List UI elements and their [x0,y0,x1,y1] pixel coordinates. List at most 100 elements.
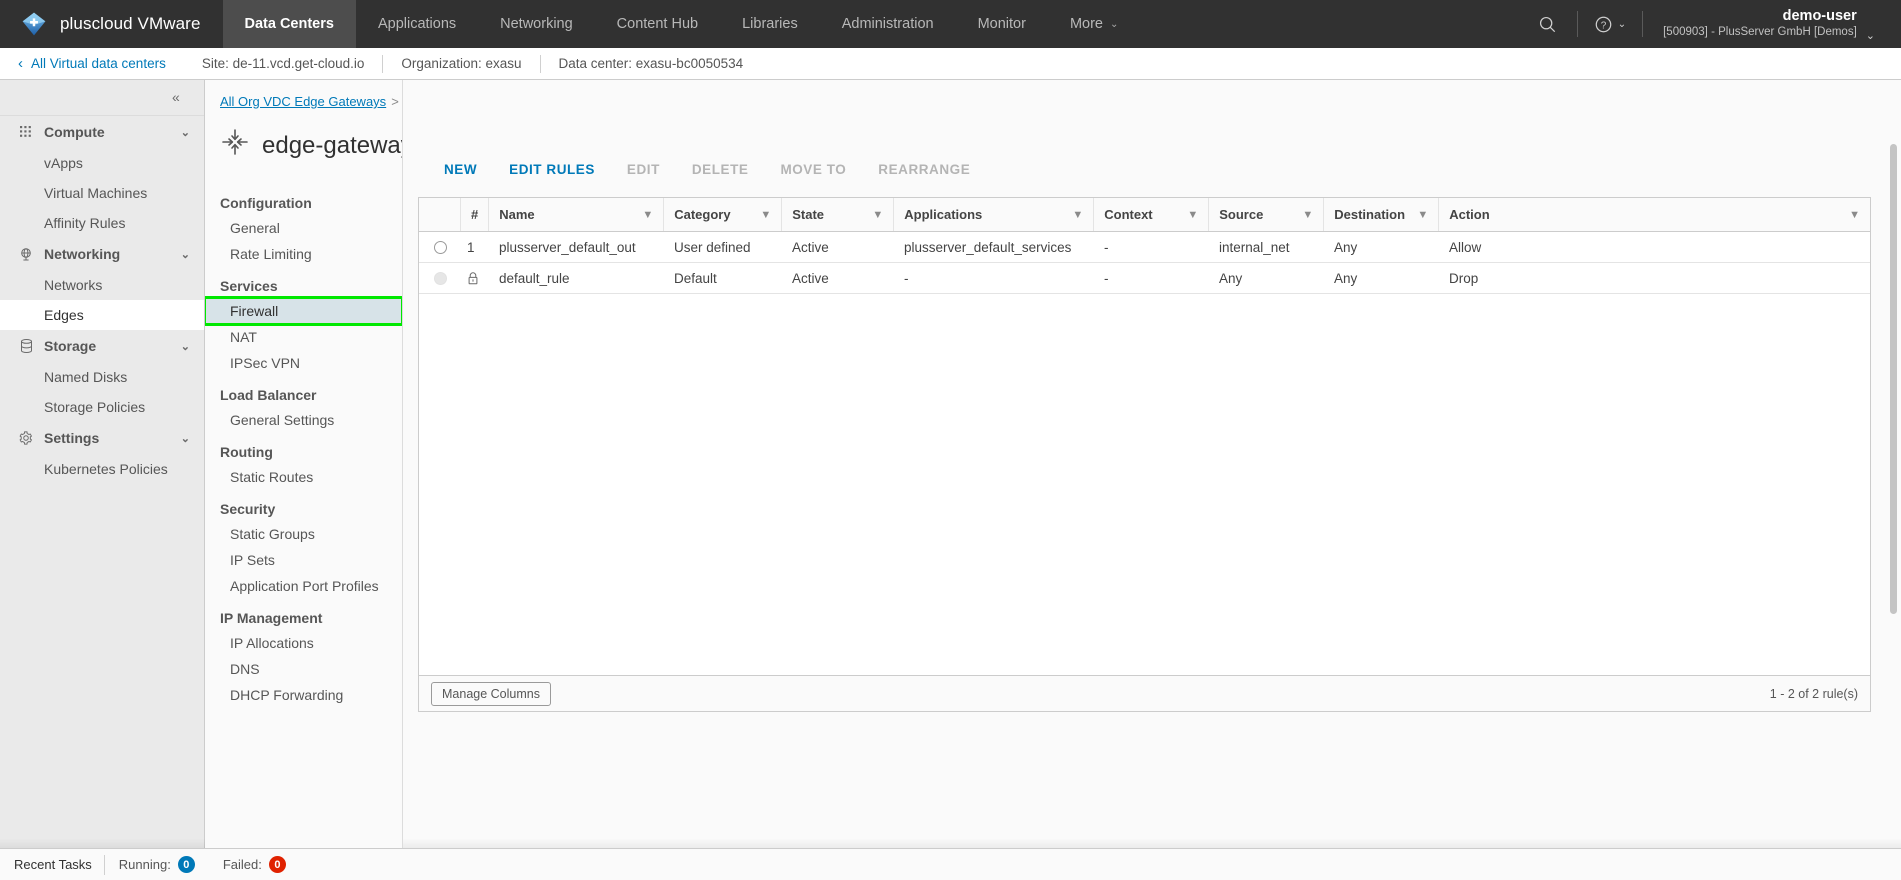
user-text: demo-user [500903] - PlusServer GmbH [De… [1663,8,1857,39]
brand-name: pluscloud VMware [60,14,201,33]
gw-link-application-port-profiles[interactable]: Application Port Profiles [205,573,402,599]
table-row[interactable]: 1 plusserver_default_out User defined Ac… [419,232,1870,263]
gw-link-ipsec-vpn[interactable]: IPSec VPN [205,350,402,376]
sidebar-group-storage[interactable]: Storage ⌄ [0,330,204,362]
main-layout: « Compute ⌄ vApps Virtual Machines Affin… [0,80,1901,848]
nav-label: Networking [500,16,573,32]
chevron-left-icon: ‹ [18,55,23,72]
sidebar-item-edges[interactable]: Edges [0,300,204,330]
context-organization: Organization: exasu [401,56,522,71]
gw-link-dns[interactable]: DNS [205,656,402,682]
nav-item-more[interactable]: More ⌄ [1048,0,1140,48]
content-scrollbar[interactable] [1890,144,1897,840]
gw-link-rate-limiting[interactable]: Rate Limiting [205,241,402,267]
cell-applications: - [904,270,909,286]
filter-funnel-icon[interactable]: ▼ [750,209,771,221]
svg-text:?: ? [1600,20,1606,31]
user-name: demo-user [1782,8,1857,25]
gw-section-routing: Routing [220,444,273,460]
gw-link-static-routes[interactable]: Static Routes [205,464,402,490]
sidebar-item-virtual-machines[interactable]: Virtual Machines [0,178,204,208]
user-menu[interactable]: demo-user [500903] - PlusServer GmbH [De… [1649,0,1879,48]
nav-label: Data Centers [244,16,334,32]
nav-item-monitor[interactable]: Monitor [956,0,1048,48]
cell-lock [461,263,489,293]
cloud-plus-logo-icon [20,10,48,38]
cell-action: Drop [1449,270,1479,286]
firewall-content: NEW EDIT RULES EDIT DELETE MOVE TO REARR… [403,80,1901,848]
rearrange-button: REARRANGE [878,162,971,177]
cell-destination: Any [1334,270,1358,286]
header-divider-1 [1576,11,1578,37]
filter-funnel-icon[interactable]: ▼ [1292,209,1313,221]
nav-item-data-centers[interactable]: Data Centers [222,0,356,48]
filter-funnel-icon[interactable]: ▼ [1407,209,1428,221]
recent-tasks-title[interactable]: Recent Tasks [0,857,104,872]
new-button[interactable]: NEW [428,156,493,183]
sidebar-group-settings[interactable]: Settings ⌄ [0,422,204,454]
filter-funnel-icon[interactable]: ▼ [1177,209,1198,221]
gw-link-dhcp-forwarding[interactable]: DHCP Forwarding [205,682,402,708]
gw-link-ip-sets[interactable]: IP Sets [205,547,402,573]
sidebar-group-compute[interactable]: Compute ⌄ [0,116,204,148]
sidebar-group-label: Settings [44,430,100,446]
gw-link-static-groups[interactable]: Static Groups [205,521,402,547]
gw-section-services: Services [220,278,278,294]
gateway-services-nav: Configuration General Rate Limiting Serv… [205,178,402,708]
sidebar-item-named-disks[interactable]: Named Disks [0,362,204,392]
gw-link-general-settings[interactable]: General Settings [205,407,402,433]
table-footer: Manage Columns 1 - 2 of 2 rule(s) [419,675,1870,711]
column-label: Source [1219,207,1264,222]
sidebar-item-affinity-rules[interactable]: Affinity Rules [0,208,204,238]
breadcrumb-link-all-org-vdc-edge-gateways[interactable]: All Org VDC Edge Gateways [220,94,386,109]
nav-label: More [1069,16,1103,32]
row-radio-button[interactable] [433,240,447,254]
chevron-down-icon[interactable]: ⌄ [181,340,190,353]
cell-category: Default [674,270,717,286]
nav-item-content-hub[interactable]: Content Hub [595,0,720,48]
cell-destination: Any [1334,239,1358,255]
edit-rules-button[interactable]: EDIT RULES [493,156,611,183]
table-row[interactable]: default_rule Default Active - - Any Any … [419,263,1870,294]
scrollbar-thumb[interactable] [1890,144,1897,614]
search-icon[interactable] [1525,0,1571,48]
manage-columns-button[interactable]: Manage Columns [431,681,551,706]
chevron-down-icon[interactable]: ⌄ [181,126,190,139]
sidebar-item-networks[interactable]: Networks [0,270,204,300]
gw-link-general[interactable]: General [205,215,402,241]
nav-item-networking[interactable]: Networking [478,0,595,48]
recent-tasks-bar: Recent Tasks Running: 0 Failed: 0 [0,848,1901,880]
chevron-down-icon[interactable]: ⌄ [181,248,190,261]
running-label: Running: [118,857,171,872]
chevron-down-icon[interactable]: ⌄ [181,432,190,445]
page-title-text: edge-gateway [262,131,403,159]
running-tasks-status: Running: 0 [105,856,209,873]
table-body: 1 plusserver_default_out User defined Ac… [419,232,1870,675]
column-header-applications: Applications ▼ [894,198,1095,231]
collapse-sidebar-icon[interactable]: « [172,90,180,104]
column-label: Destination [1334,207,1406,222]
back-to-all-virtual-data-centers[interactable]: ‹ All Virtual data centers [0,56,184,71]
cell-applications: plusserver_default_services [904,239,1072,255]
sidebar-item-kubernetes-policies[interactable]: Kubernetes Policies [0,454,204,484]
header-divider-2 [1642,11,1644,37]
help-circle-icon[interactable]: ? ⌄ [1584,0,1636,48]
gw-link-ip-allocations[interactable]: IP Allocations [205,630,402,656]
brand[interactable]: pluscloud VMware [0,0,223,48]
filter-funnel-icon[interactable]: ▼ [862,209,883,221]
gw-link-nat[interactable]: NAT [205,324,402,350]
nav-item-administration[interactable]: Administration [820,0,956,48]
sidebar-item-vapps[interactable]: vApps [0,148,204,178]
sidebar-group-networking[interactable]: Networking ⌄ [0,238,204,270]
filter-funnel-icon[interactable]: ▼ [1839,209,1860,221]
filter-funnel-icon[interactable]: ▼ [1062,209,1083,221]
sidebar-item-storage-policies[interactable]: Storage Policies [0,392,204,422]
column-label: Category [674,207,731,222]
gw-link-firewall[interactable]: Firewall [205,296,402,326]
nav-item-libraries[interactable]: Libraries [720,0,820,48]
filter-funnel-icon[interactable]: ▼ [632,209,653,221]
gw-section-load-balancer: Load Balancer [220,387,317,403]
nav-label: Content Hub [616,16,699,32]
sidebar-group-label: Storage [44,338,97,354]
nav-item-applications[interactable]: Applications [356,0,478,48]
